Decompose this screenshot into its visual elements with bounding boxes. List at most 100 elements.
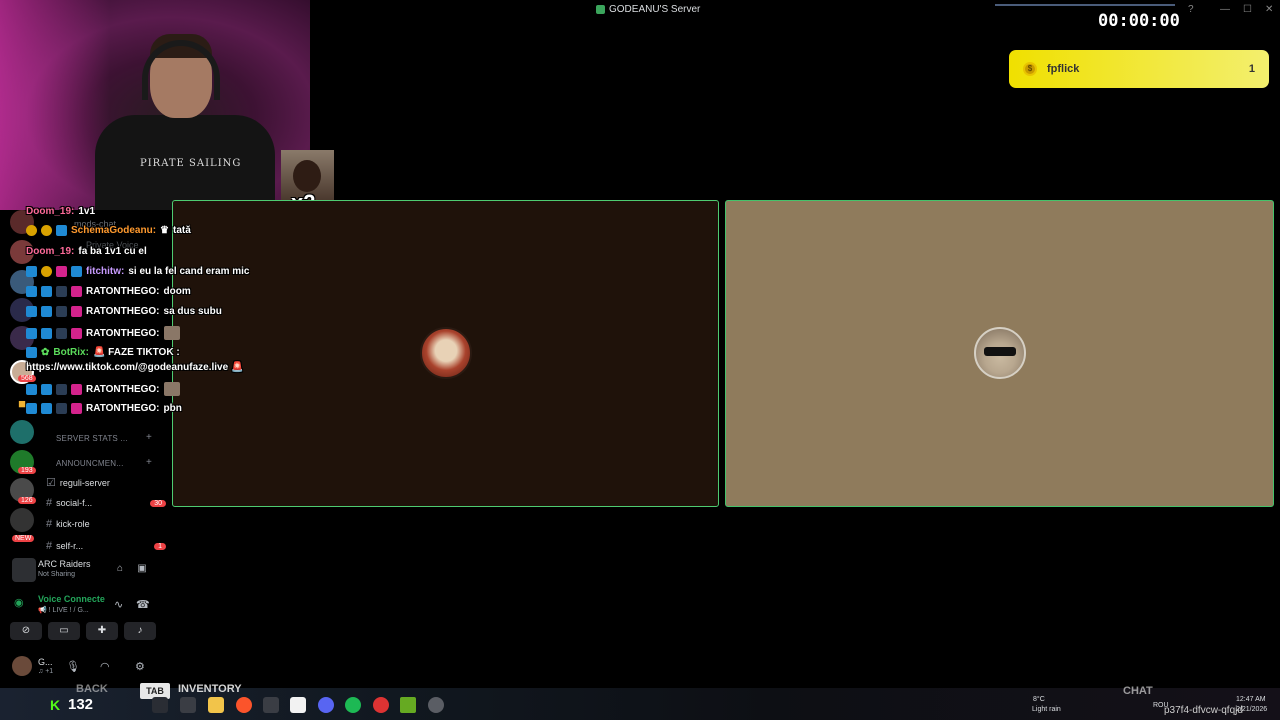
screen-share-button[interactable]: ▭ xyxy=(48,622,80,640)
disconnect-icon[interactable]: ☎ xyxy=(136,598,150,611)
chat-message: Doom_19: fa ba 1v1 cu el xyxy=(26,246,147,257)
mention-badge: 30 xyxy=(150,499,166,507)
chat-username: BotRix: xyxy=(53,347,89,358)
channel-label: self-r... xyxy=(56,541,84,551)
chat-text: si eu la fel cand eram mic xyxy=(128,266,250,277)
store-icon[interactable] xyxy=(290,697,306,713)
game-icon xyxy=(12,558,36,582)
activities-button[interactable]: ✚ xyxy=(86,622,118,640)
chat-text: fa ba 1v1 cu el xyxy=(78,246,147,257)
ammo-count: 132 xyxy=(68,696,94,713)
badge-icon xyxy=(41,266,52,277)
chat-text: doom xyxy=(163,286,191,297)
participant-avatar-2[interactable] xyxy=(974,327,1026,379)
badge-icon xyxy=(56,327,67,339)
notification-user: fpflick xyxy=(1047,63,1080,75)
server-badge-new: NEW xyxy=(12,535,35,542)
chat-username: Doom_19: xyxy=(26,206,75,217)
participant-avatar-1[interactable] xyxy=(420,327,472,379)
chat-message: fitchitw: si eu la fel cand eram mic xyxy=(26,266,250,277)
activity-subtitle: Not Sharing xyxy=(38,571,75,578)
badge-icon xyxy=(26,266,37,277)
category-server-stats[interactable]: SERVER STATS ... xyxy=(56,434,128,443)
server-icon-6[interactable] xyxy=(10,420,34,444)
avatar[interactable] xyxy=(12,656,32,676)
badge-icon xyxy=(56,266,67,277)
share-screen-icon[interactable]: ▣ xyxy=(136,563,148,575)
chat-text: tată xyxy=(173,225,191,236)
noise-suppression-icon[interactable]: ∿ xyxy=(114,598,123,611)
coin-icon: $ xyxy=(1023,62,1037,76)
badge-icon xyxy=(26,403,37,414)
soundboard-button[interactable]: ♪ xyxy=(124,622,156,640)
badge-icon xyxy=(26,286,37,297)
badge-icon xyxy=(26,225,37,236)
file-explorer-icon[interactable] xyxy=(208,697,224,713)
kick-logo-icon: K xyxy=(50,697,61,713)
badge-icon xyxy=(41,286,52,297)
taskbar-search-icon[interactable] xyxy=(152,697,168,713)
hash-icon: # xyxy=(46,497,53,509)
badge-icon xyxy=(71,306,82,317)
chat-message: Doom_19: 1v1 xyxy=(26,206,95,217)
badge-icon xyxy=(41,403,52,414)
badge-icon xyxy=(41,225,52,236)
taskbar-taskview-icon[interactable] xyxy=(180,697,196,713)
settings-icon[interactable] xyxy=(428,697,444,713)
clock-time[interactable]: 12:47 AM xyxy=(1236,696,1266,703)
emote-image xyxy=(163,382,180,396)
channel-reguli-server[interactable]: ☑ reguli-server xyxy=(46,476,166,489)
inventory-hint: INVENTORY xyxy=(178,683,242,695)
chat-message: RATONTHEGO: sa dus subu xyxy=(26,306,222,317)
badge-icon xyxy=(71,327,82,339)
microphone-icon[interactable]: 🎙 xyxy=(66,660,80,673)
app-icon[interactable] xyxy=(400,697,416,713)
brave-browser-icon[interactable] xyxy=(236,697,252,713)
discord-icon[interactable] xyxy=(318,697,334,713)
pink-light xyxy=(0,0,110,210)
help-icon[interactable]: ? xyxy=(1188,4,1194,15)
add-channel-icon[interactable]: + xyxy=(146,457,152,468)
webcam-feed: PIRATE SAILING xyxy=(0,0,310,210)
server-badge-3: 568 xyxy=(18,375,36,382)
add-channel-icon[interactable]: + xyxy=(146,432,152,443)
badge-icon xyxy=(71,383,82,395)
badge-icon xyxy=(41,327,52,339)
chat-username: RATONTHEGO: xyxy=(86,383,160,395)
chat-text: https://www.tiktok.com/@godeanufaze.live… xyxy=(26,362,244,373)
steam-icon[interactable] xyxy=(263,697,279,713)
rules-icon: ☑ xyxy=(46,477,56,489)
channel-self-roles[interactable]: # self-r... 1 xyxy=(46,540,166,552)
badge-icon xyxy=(26,347,37,358)
headphones-icon[interactable]: ◠ xyxy=(100,660,110,673)
user-status: ♫ +1 xyxy=(38,668,54,675)
badge-icon xyxy=(71,286,82,297)
minimize-icon[interactable]: — xyxy=(1220,4,1230,15)
category-announcements[interactable]: ANNOUNCMEN... xyxy=(56,459,124,468)
server-badge-2: 126 xyxy=(18,497,36,504)
close-icon[interactable]: ✕ xyxy=(1265,4,1273,15)
server-icon xyxy=(596,5,605,14)
chat-text: 1v1 xyxy=(78,206,96,217)
channel-kick-role[interactable]: # kick-role xyxy=(46,518,166,530)
top-progress-bar xyxy=(995,4,1175,6)
server-icon-9[interactable] xyxy=(10,508,34,532)
back-hint: BACK xyxy=(76,683,108,695)
channel-label: reguli-server xyxy=(59,477,110,488)
username[interactable]: G... xyxy=(38,657,53,667)
maximize-icon[interactable]: ☐ xyxy=(1243,4,1252,15)
obs-icon[interactable] xyxy=(373,697,389,713)
activity-panel: ARC Raiders Not Sharing ⌂ ▣ xyxy=(8,555,158,585)
spotify-icon[interactable] xyxy=(345,697,361,713)
controller-icon[interactable]: ⌂ xyxy=(114,563,126,575)
mention-badge: 1 xyxy=(154,542,166,550)
channel-label: kick-role xyxy=(56,519,90,529)
chat-message: RATONTHEGO: xyxy=(26,382,180,396)
channel-social[interactable]: # social-f... 30 xyxy=(46,497,166,509)
notification-count: 1 xyxy=(1248,63,1255,75)
camera-off-button[interactable]: ⊘ xyxy=(10,622,42,640)
weather-desc: Light rain xyxy=(1032,706,1061,713)
settings-gear-icon[interactable]: ⚙ xyxy=(135,660,145,673)
voice-channel-name[interactable]: 📢 ! LIVE ! / G... xyxy=(38,606,89,614)
voice-controls: ⊘ ▭ ✚ ♪ xyxy=(10,622,156,642)
